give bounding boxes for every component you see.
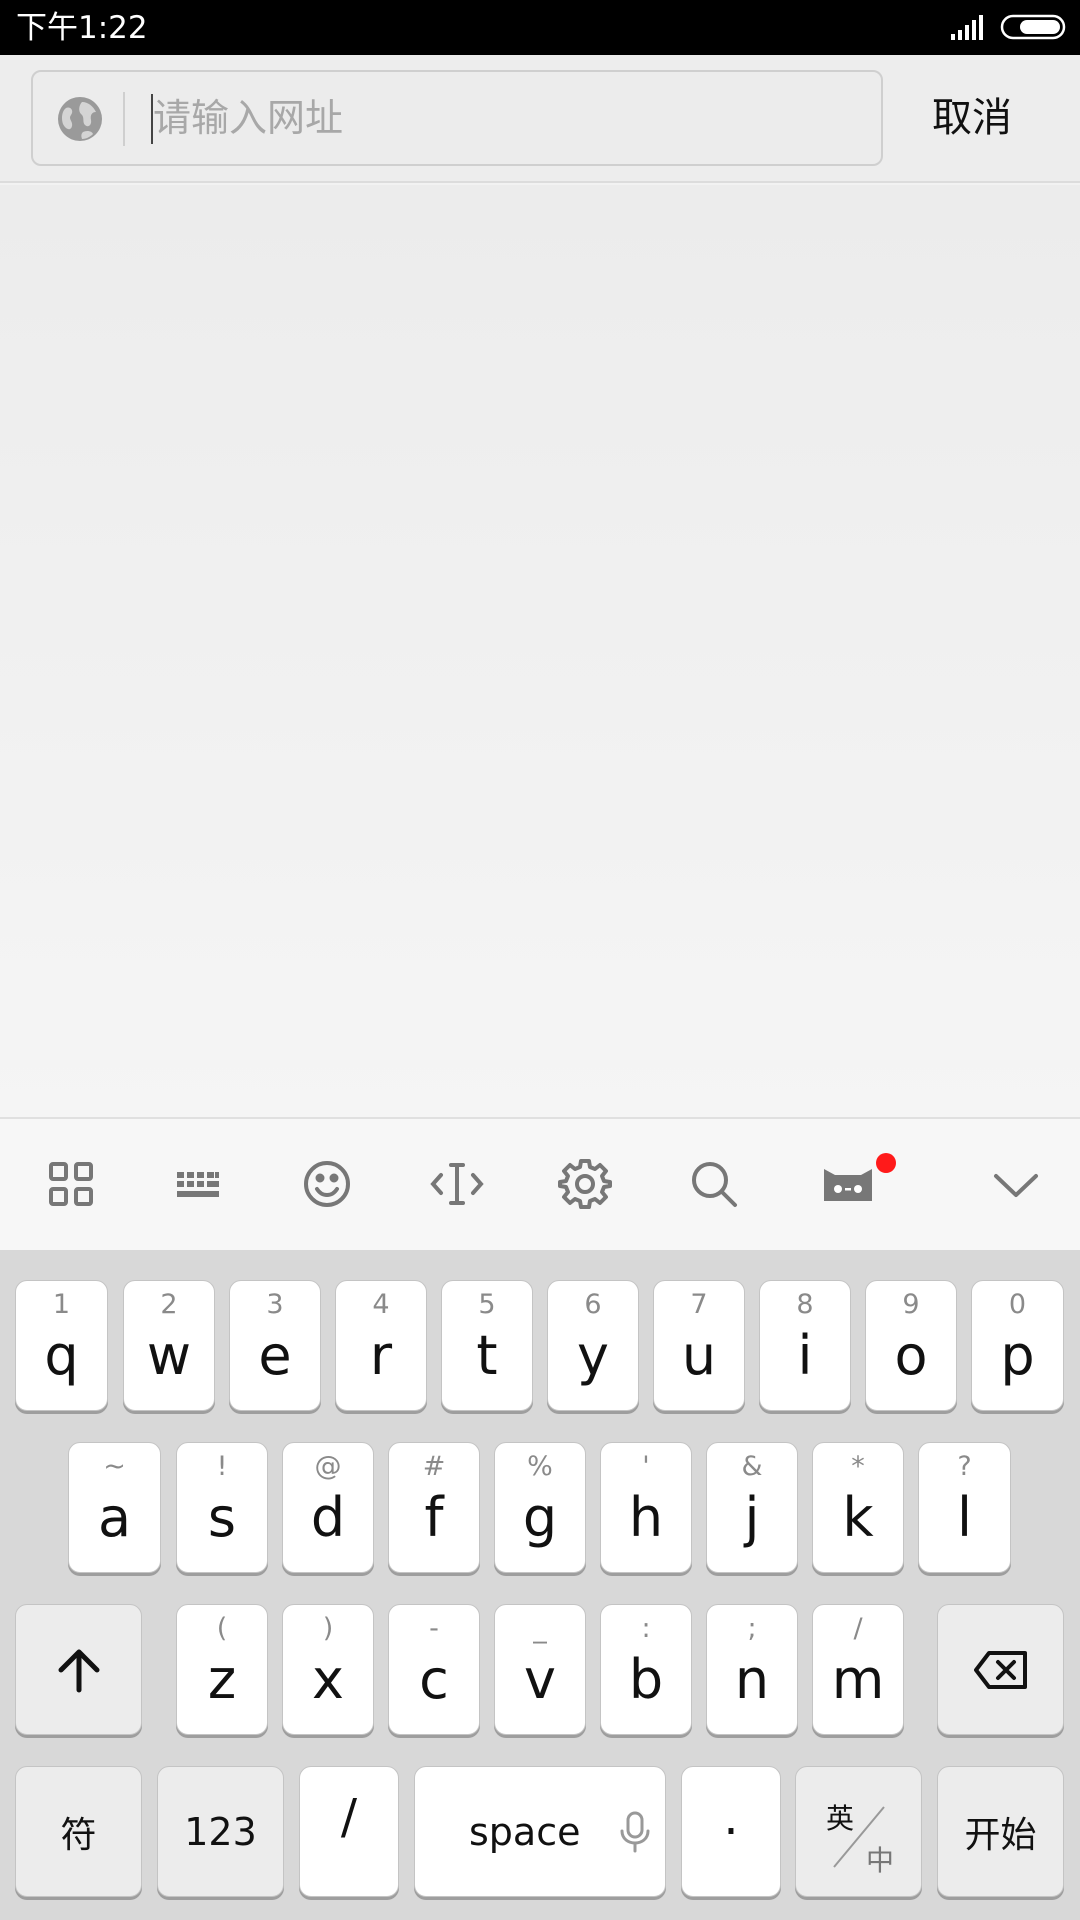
slash-key[interactable]: / bbox=[299, 1766, 399, 1897]
diagonal-divider bbox=[833, 1806, 885, 1868]
key-a[interactable]: ~ a bbox=[68, 1442, 161, 1573]
globe-icon bbox=[58, 97, 102, 141]
key-r[interactable]: 4r bbox=[335, 1280, 427, 1411]
key-d[interactable]: @ d bbox=[282, 1442, 374, 1573]
settings-icon[interactable] bbox=[552, 1151, 618, 1217]
keyboard-toolbar bbox=[0, 1117, 1080, 1250]
emoji-icon[interactable] bbox=[294, 1151, 360, 1217]
key-s[interactable]: ! s bbox=[176, 1442, 268, 1573]
grid-icon[interactable] bbox=[38, 1151, 104, 1217]
key-p[interactable]: 0p bbox=[971, 1280, 1064, 1411]
key-v[interactable]: _ v bbox=[494, 1604, 586, 1735]
key-f[interactable]: # f bbox=[388, 1442, 480, 1573]
key-t[interactable]: 5t bbox=[441, 1280, 533, 1411]
keyboard-icon[interactable] bbox=[165, 1151, 231, 1217]
arrow-up-icon bbox=[58, 1649, 99, 1692]
notification-dot bbox=[876, 1153, 896, 1173]
symbols-key[interactable]: 符 bbox=[15, 1766, 142, 1897]
key-x[interactable]: ) x bbox=[282, 1604, 374, 1735]
cancel-button[interactable]: 取消 bbox=[912, 83, 1032, 153]
content-area bbox=[0, 185, 1080, 1117]
key-i[interactable]: 8i bbox=[759, 1280, 851, 1411]
key-w[interactable]: 2w bbox=[123, 1280, 215, 1411]
signal-icon bbox=[951, 15, 983, 40]
key-y[interactable]: 6y bbox=[547, 1280, 639, 1411]
key-q[interactable]: 1q bbox=[15, 1280, 108, 1411]
cat-face-icon[interactable] bbox=[815, 1151, 881, 1217]
language-switch-key[interactable]: 英 中 bbox=[795, 1766, 922, 1897]
status-time: 下午1:22 bbox=[16, 10, 148, 46]
key-b[interactable]: :b bbox=[600, 1604, 692, 1735]
key-g[interactable]: % g bbox=[494, 1442, 586, 1573]
url-input[interactable] bbox=[153, 86, 853, 150]
language-bottom-label: 中 bbox=[866, 1844, 895, 1877]
microphone-icon bbox=[620, 1811, 650, 1852]
key-n[interactable]: ; n bbox=[706, 1604, 798, 1735]
numbers-key[interactable]: 123 bbox=[157, 1766, 284, 1897]
key-e[interactable]: 3e bbox=[229, 1280, 321, 1411]
key-u[interactable]: 7u bbox=[653, 1280, 745, 1411]
backspace-key[interactable] bbox=[937, 1604, 1064, 1735]
go-key[interactable]: 开始 bbox=[937, 1766, 1064, 1897]
url-header: 取消 bbox=[0, 55, 1080, 183]
key-c[interactable]: -c bbox=[388, 1604, 480, 1735]
backspace-icon bbox=[973, 1650, 1027, 1689]
period-key[interactable]: · bbox=[681, 1766, 781, 1897]
space-key[interactable]: space bbox=[414, 1766, 666, 1897]
url-box[interactable] bbox=[31, 70, 883, 166]
battery-icon bbox=[1000, 14, 1066, 40]
keyboard: 1q 2w 3e 4r 5t 6y 7u 8i 9o 0p ~ a ! s @ d #… bbox=[0, 1250, 1080, 1920]
search-icon[interactable] bbox=[681, 1151, 747, 1217]
text-cursor-icon[interactable] bbox=[424, 1151, 490, 1217]
chevron-down-icon[interactable] bbox=[983, 1151, 1049, 1217]
key-l[interactable]: ? l bbox=[918, 1442, 1011, 1573]
key-z[interactable]: (z bbox=[176, 1604, 268, 1735]
key-m[interactable]: / m bbox=[812, 1604, 904, 1735]
key-h[interactable]: ' h bbox=[600, 1442, 692, 1573]
shift-key[interactable] bbox=[15, 1604, 142, 1735]
key-o[interactable]: 9o bbox=[865, 1280, 957, 1411]
status-bar: 下午1:22 bbox=[0, 0, 1080, 55]
key-k[interactable]: * k bbox=[812, 1442, 904, 1573]
key-j[interactable]: & j bbox=[706, 1442, 798, 1573]
url-divider bbox=[123, 92, 125, 146]
